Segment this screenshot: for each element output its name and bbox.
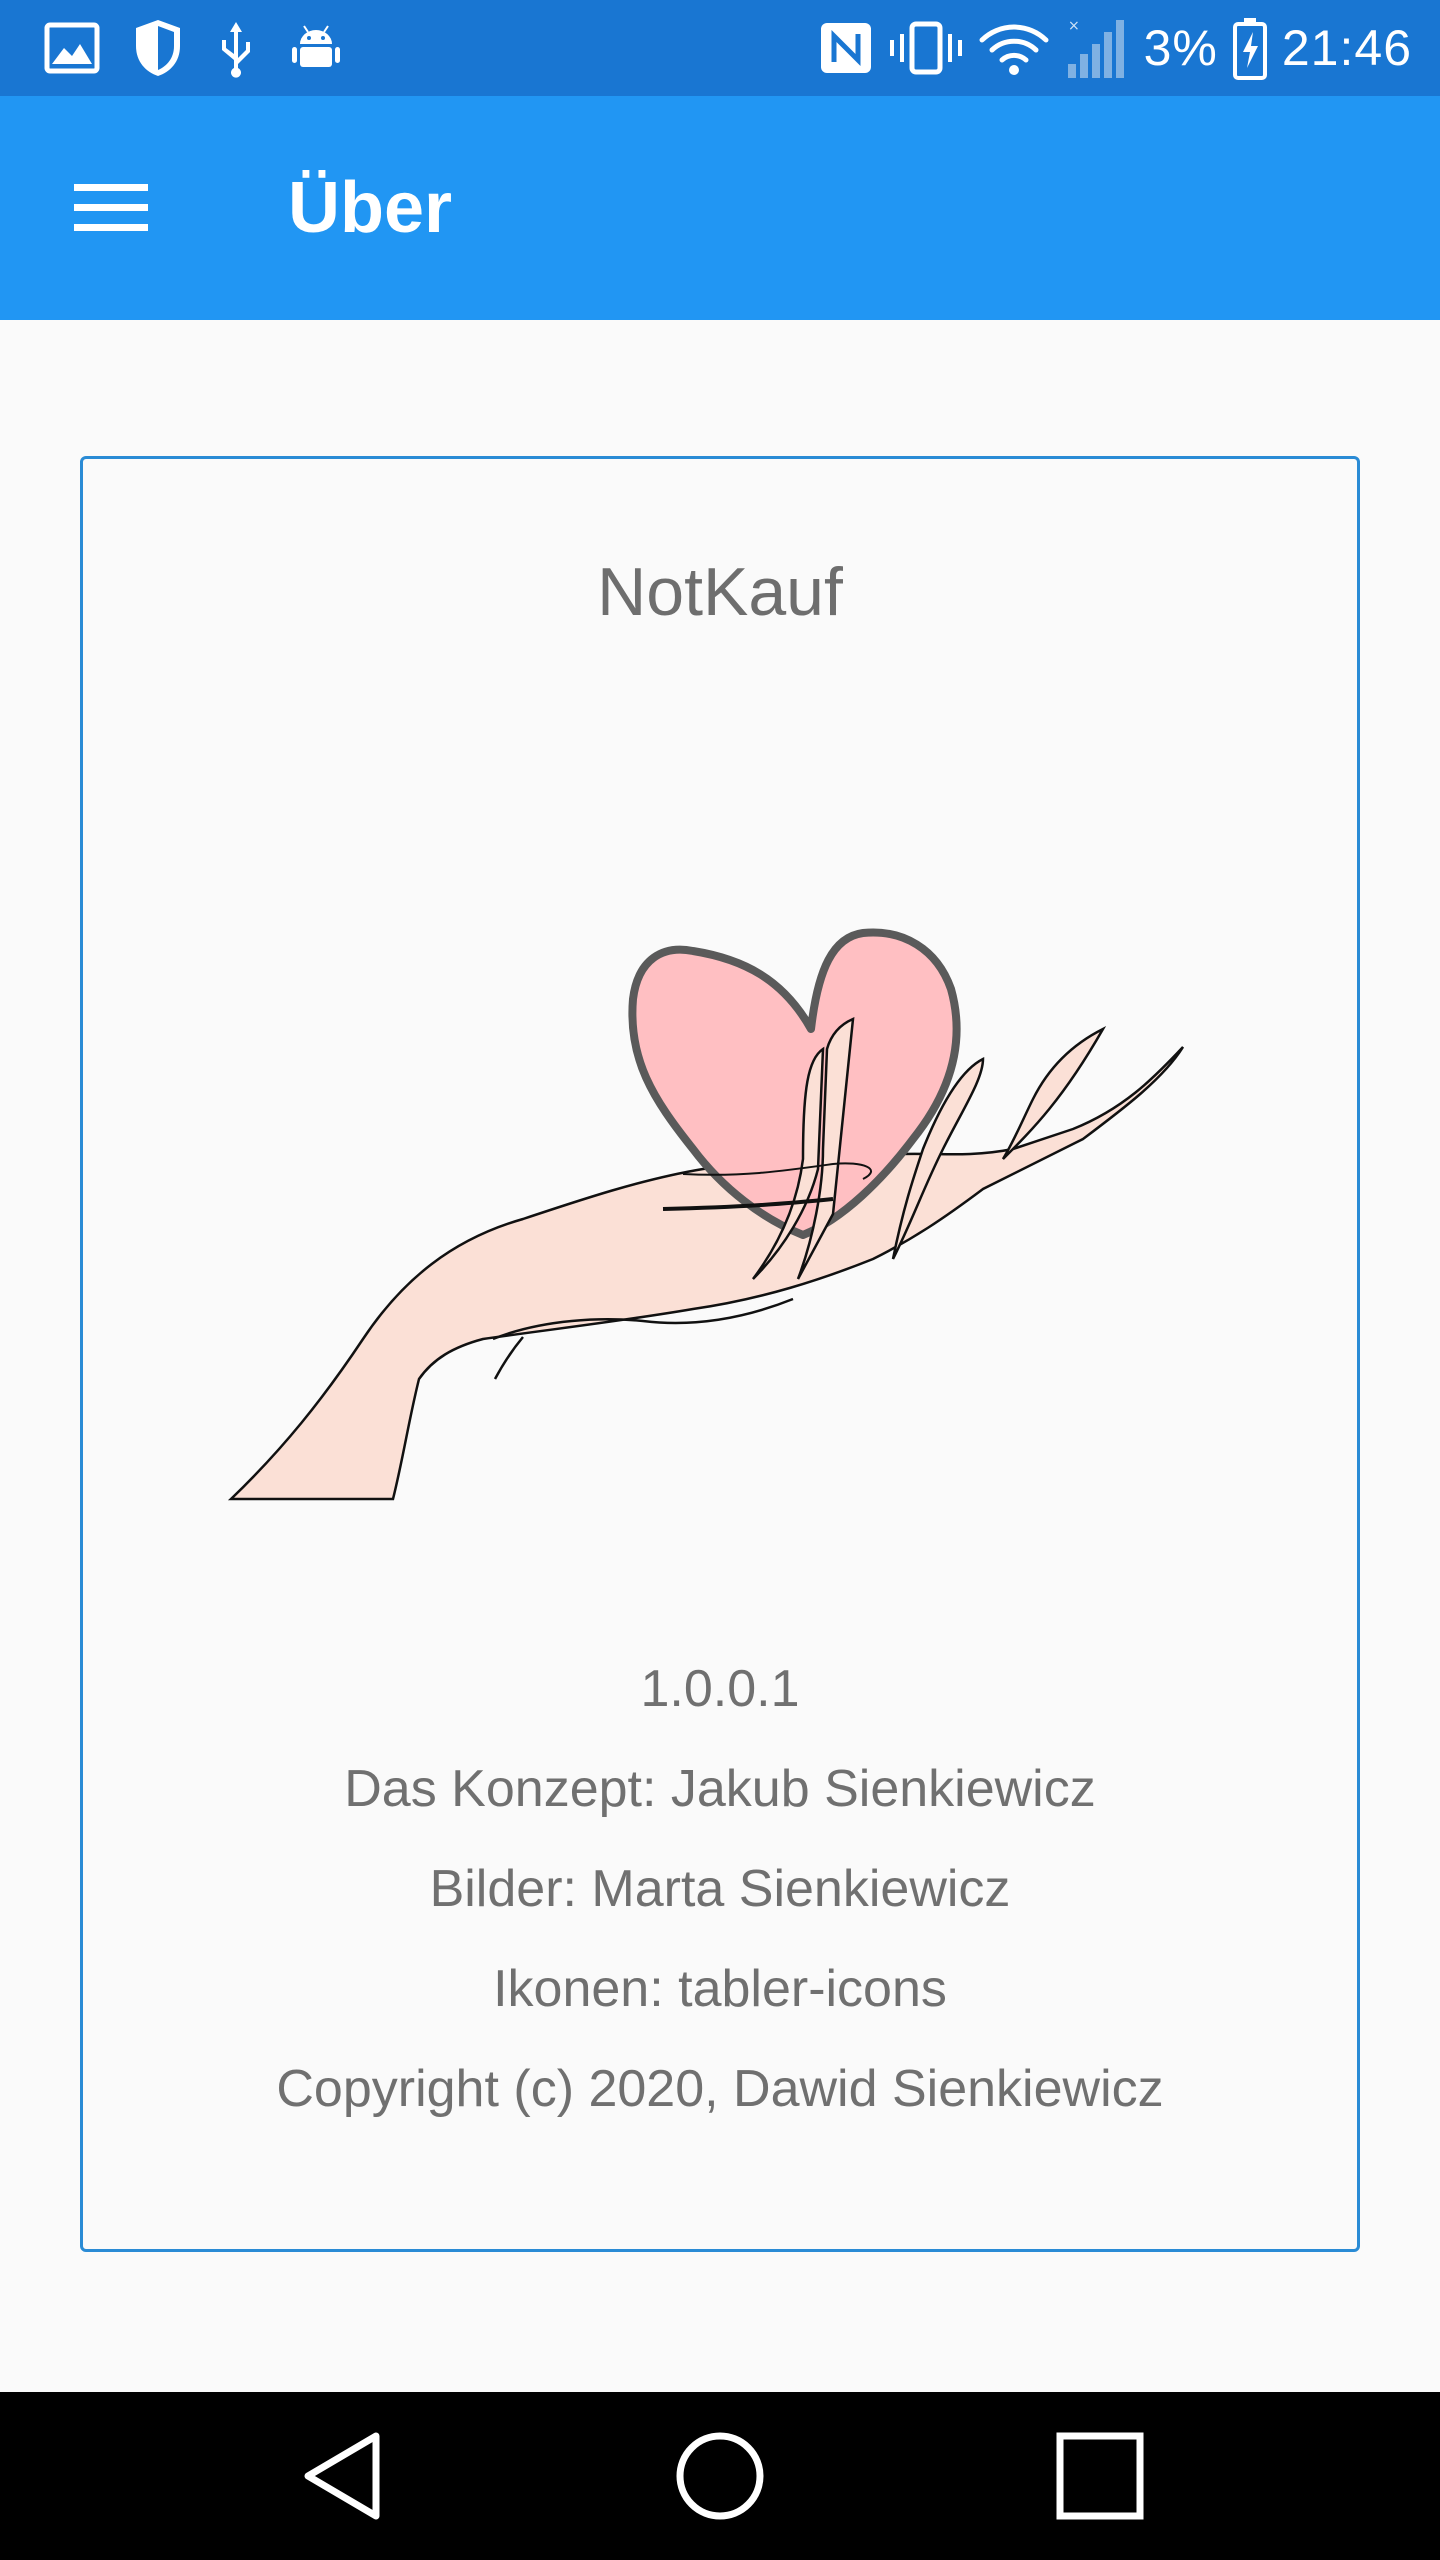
usb-icon [216,18,256,78]
back-button[interactable] [262,2416,422,2536]
about-card: NotKauf 1.0.0.1 Das Konzept: Jakub Sienk… [80,456,1360,2252]
copyright-text: Copyright (c) 2020, Dawid Sienkiewicz [276,2060,1164,2118]
vibrate-icon [888,20,964,76]
navigation-bar [0,2392,1440,2560]
recent-apps-icon [1054,2430,1146,2522]
version-text: 1.0.0.1 [640,1660,800,1718]
battery-percent: 3% [1143,20,1218,76]
shield-icon [132,18,184,78]
recent-apps-button[interactable] [1020,2416,1180,2536]
icons-credit: Ikonen: tabler-icons [493,1960,947,2018]
home-button[interactable] [640,2416,800,2536]
gallery-icon [44,22,100,74]
nfc-icon [818,20,874,76]
images-credit: Bilder: Marta Sienkiewicz [429,1860,1011,1918]
concept-credit: Das Konzept: Jakub Sienkiewicz [344,1760,1096,1818]
signal-icon: × [1064,16,1124,80]
app-name: NotKauf [597,554,843,630]
android-icon [288,20,344,76]
page-title: Über [288,168,453,248]
menu-button[interactable] [40,148,184,268]
svg-text:×: × [1068,18,1080,34]
battery-charging-icon [1232,16,1268,80]
clock: 21:46 [1281,20,1412,76]
wifi-icon [978,20,1050,76]
status-bar-notifications [44,14,344,82]
home-icon [674,2430,766,2522]
back-icon [300,2430,384,2522]
hamburger-menu-icon [72,180,152,236]
hand-holding-heart-illustration [227,928,1185,1501]
about-info-list: 1.0.0.1 Das Konzept: Jakub Sienkiewicz B… [83,1639,1357,2139]
status-bar-system: × 3% 21:46 [818,14,1412,82]
about-screen: × 3% 21:46 Über NotKauf 1.0.0.1 Das Konz… [0,0,1440,2560]
app-bar: Über [0,96,1440,320]
status-bar: × 3% 21:46 [0,0,1440,96]
